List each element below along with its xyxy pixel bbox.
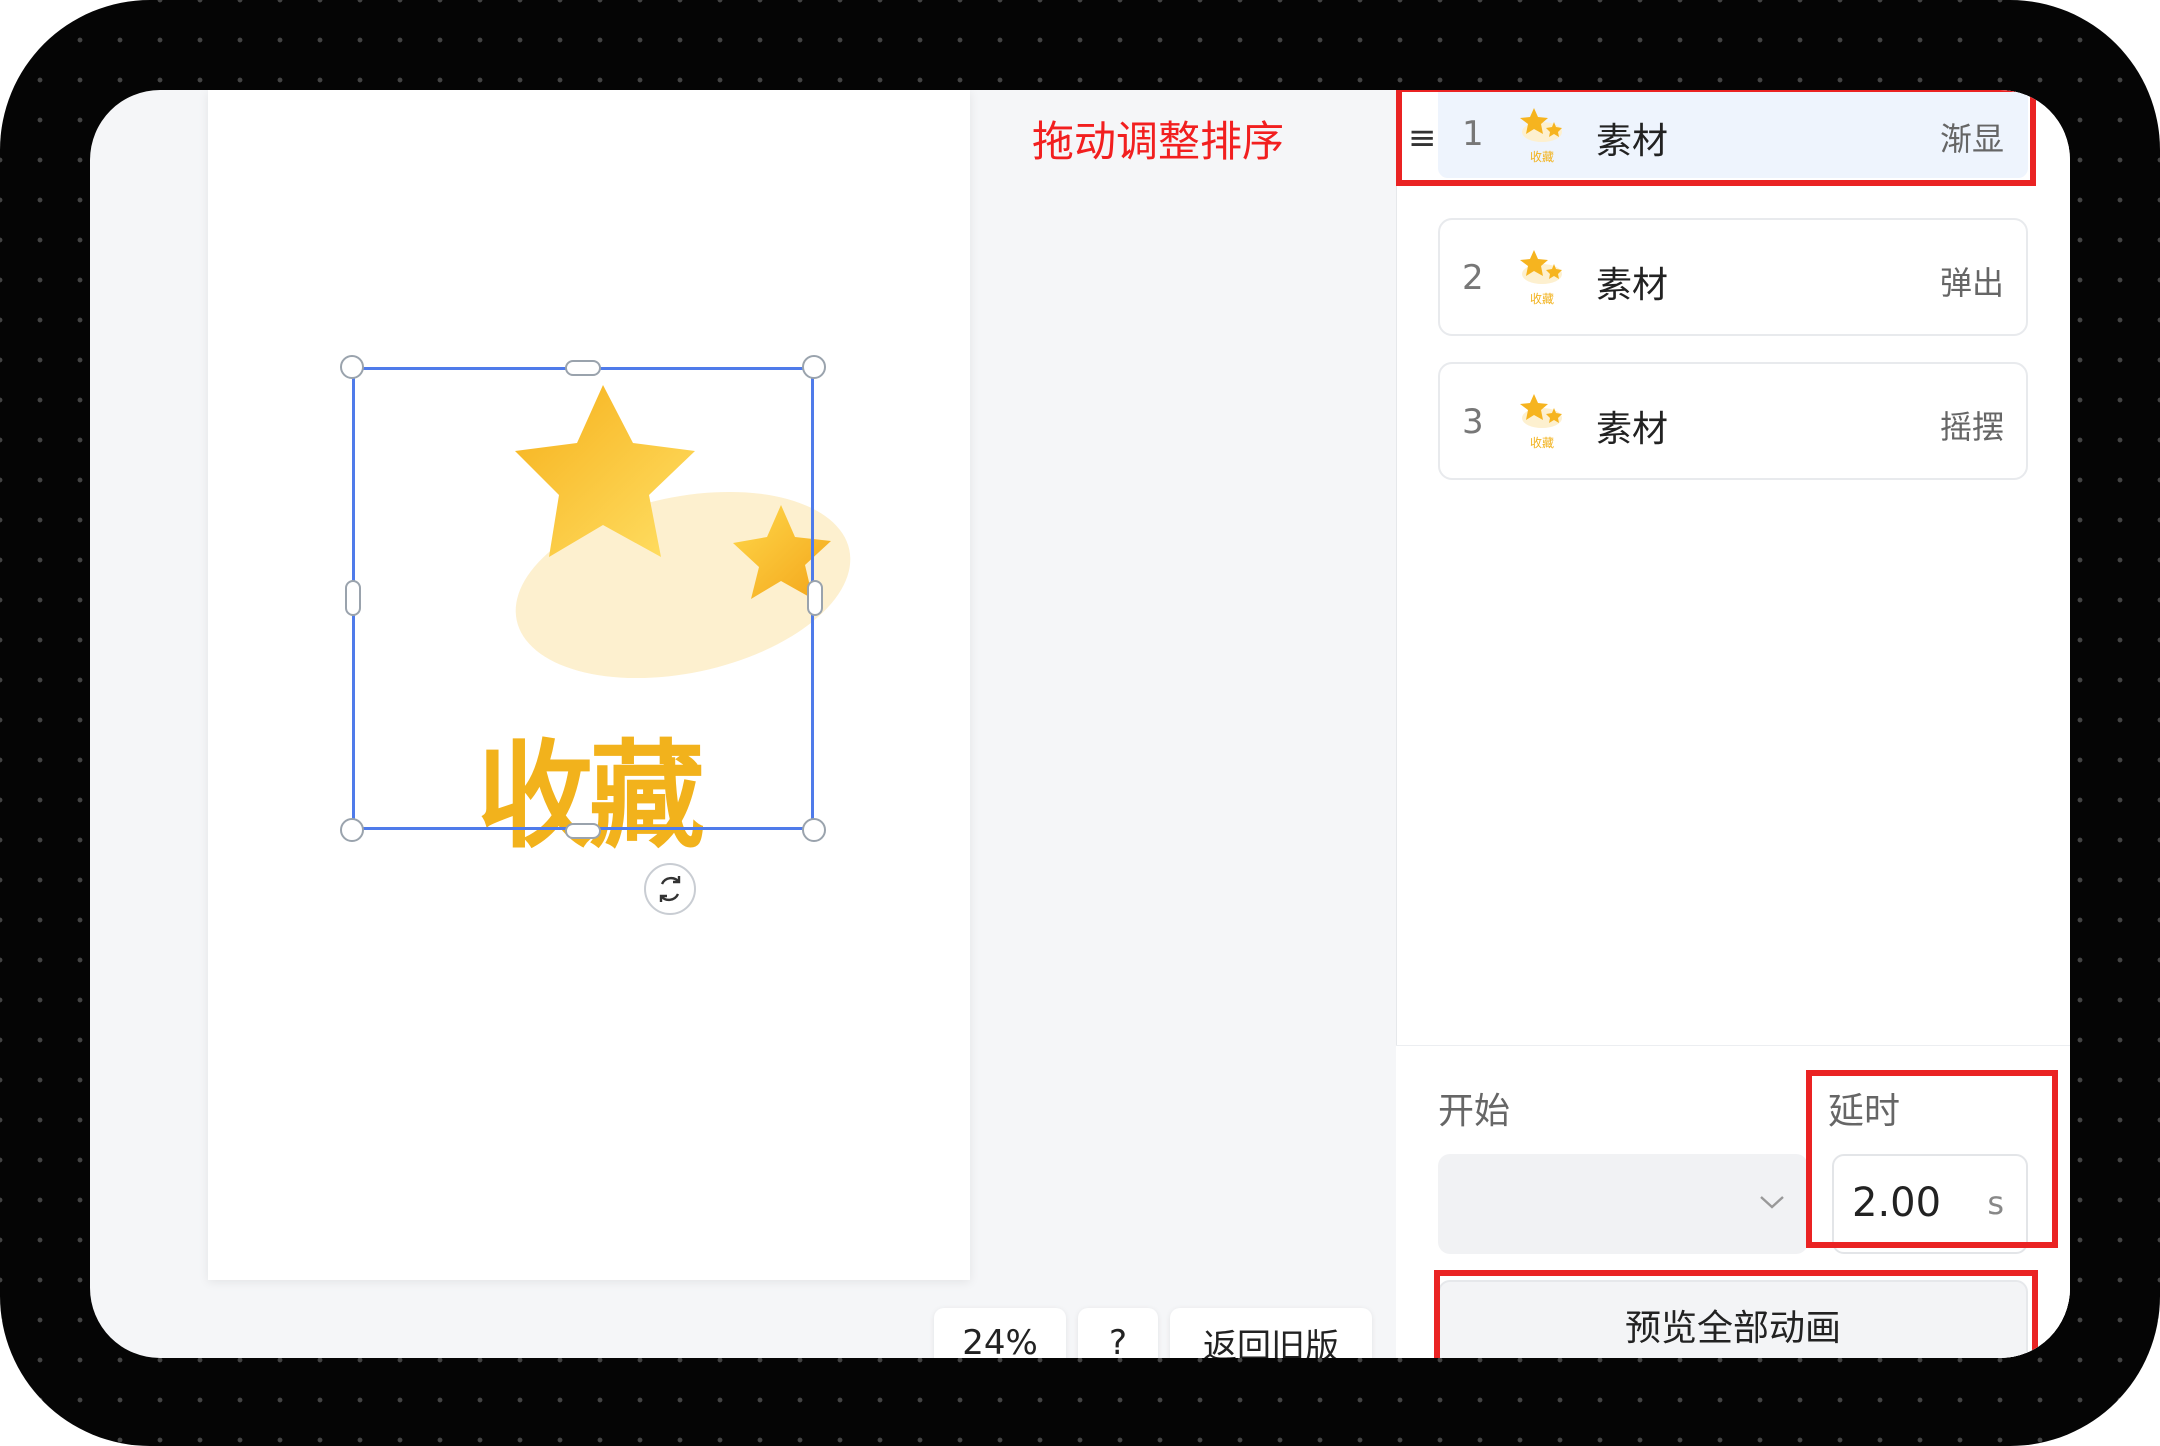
item-animation-type[interactable]: 弹出 xyxy=(1940,258,2004,304)
resize-handle-top[interactable] xyxy=(565,360,601,376)
star-thumb-icon xyxy=(1520,394,1562,428)
item-index: 3 xyxy=(1462,402,1484,442)
star-thumb-icon xyxy=(1520,250,1562,284)
back-old-label: 返回旧版 xyxy=(1203,1326,1339,1359)
help-button[interactable]: ? xyxy=(1078,1308,1158,1358)
item-thumbnail: 收藏 xyxy=(1518,392,1566,450)
device-frame: 收藏 拖动调整排序 24% ? 返回旧版 1 收藏 素材 渐显 ≡ 2 收藏 素… xyxy=(0,0,2160,1446)
item-thumbnail: 收藏 xyxy=(1518,248,1566,306)
item-index: 2 xyxy=(1462,258,1484,298)
item-name: 素材 xyxy=(1596,265,1669,306)
thumb-label: 收藏 xyxy=(1529,436,1554,450)
drag-hint-annotation: 拖动调整排序 xyxy=(1032,117,1285,166)
canvas-page[interactable]: 收藏 xyxy=(208,90,970,1280)
back-to-old-version-button[interactable]: 返回旧版 xyxy=(1170,1308,1372,1358)
resize-handle-top-left[interactable] xyxy=(340,355,364,379)
resize-handle-top-right[interactable] xyxy=(802,355,826,379)
item-animation-type[interactable]: 摇摆 xyxy=(1940,402,2004,448)
annotation-box-delay xyxy=(1806,1070,2058,1248)
resize-handle-bottom[interactable] xyxy=(565,823,601,839)
rotate-icon xyxy=(659,876,681,902)
annotation-box-preview xyxy=(1434,1270,2038,1358)
chevron-down-icon xyxy=(1760,1196,1784,1209)
thumb-label: 收藏 xyxy=(1529,292,1554,306)
animation-item-2[interactable]: 2 收藏 素材 弹出 xyxy=(1438,218,2028,336)
zoom-level: 24% xyxy=(962,1323,1038,1358)
item-name: 素材 xyxy=(1596,409,1669,450)
help-icon: ? xyxy=(1108,1323,1128,1358)
resize-handle-bottom-left[interactable] xyxy=(340,818,364,842)
annotation-box-first-item xyxy=(1396,90,2036,186)
resize-handle-right[interactable] xyxy=(807,580,823,616)
editor-screen: 收藏 拖动调整排序 24% ? 返回旧版 1 收藏 素材 渐显 ≡ 2 收藏 素… xyxy=(90,90,2070,1358)
selection-box[interactable] xyxy=(352,367,814,830)
resize-handle-left[interactable] xyxy=(345,580,361,616)
rotate-button[interactable] xyxy=(644,863,696,915)
animation-item-3[interactable]: 3 收藏 素材 摇摆 xyxy=(1438,362,2028,480)
resize-handle-bottom-right[interactable] xyxy=(802,818,826,842)
start-select[interactable] xyxy=(1438,1154,1808,1254)
zoom-level-button[interactable]: 24% xyxy=(934,1308,1066,1358)
start-label: 开始 xyxy=(1438,1091,1511,1132)
